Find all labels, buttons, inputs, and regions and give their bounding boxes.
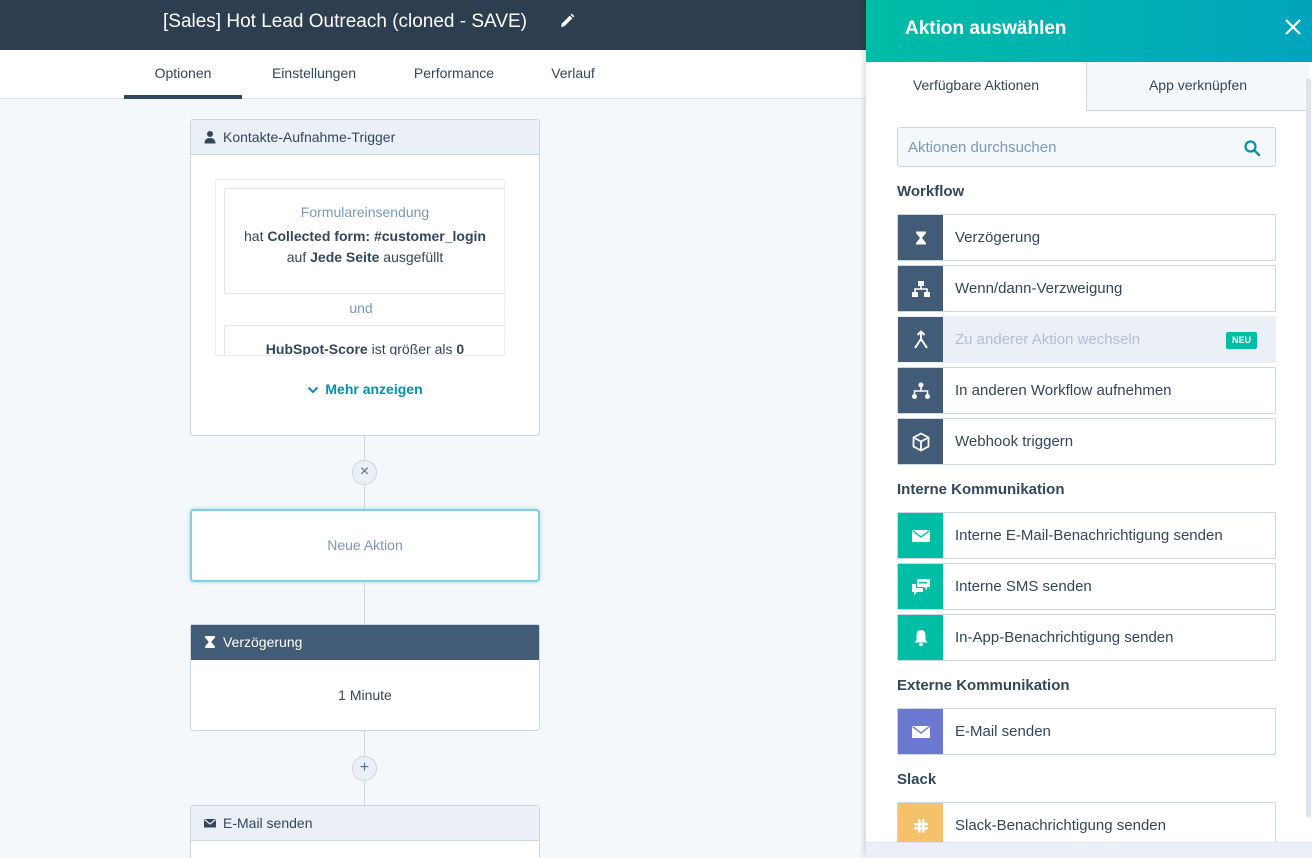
email-card[interactable]: E-Mail senden	[190, 805, 540, 858]
delay-card-header: Verzögerung	[191, 625, 539, 660]
filter-field: HubSpot-Score	[265, 341, 368, 356]
action-if-then-branch[interactable]: Wenn/dann-Verzweigung	[897, 265, 1276, 312]
show-more-button[interactable]: Mehr anzeigen	[191, 381, 539, 397]
section-slack: Slack	[897, 771, 937, 788]
tab-optionen[interactable]: Optionen	[124, 50, 242, 99]
action-label: Zu anderer Aktion wechseln	[955, 331, 1141, 348]
action-label: Interne E-Mail-Benachrichtigung senden	[955, 527, 1223, 544]
hourglass-icon	[205, 636, 215, 648]
filter-text: hat	[244, 228, 264, 244]
action-label: In-App-Benachrichtigung senden	[955, 629, 1174, 646]
tab-performance[interactable]: Performance	[400, 50, 508, 99]
filter-title: Formulareinsendung	[300, 204, 430, 220]
action-label: In anderen Workflow aufnehmen	[955, 382, 1172, 399]
filter-line: auf Jede Seite ausgefüllt	[225, 249, 504, 265]
section-workflow: Workflow	[897, 183, 965, 200]
branch-icon	[898, 266, 943, 311]
connector-line	[364, 485, 365, 509]
show-more-label: Mehr anzeigen	[325, 381, 423, 397]
filter-value: Collected form: #customer_login	[267, 228, 486, 244]
section-external-communication: Externe Kommunikation	[897, 677, 1070, 694]
trigger-title: Kontakte-Aufnahme-Trigger	[223, 129, 396, 145]
filter-value: 0	[456, 341, 465, 356]
envelope-icon	[898, 513, 943, 558]
trigger-card-header: Kontakte-Aufnahme-Trigger	[191, 120, 539, 155]
chevron-down-icon	[308, 387, 319, 394]
panel-footer	[866, 842, 1312, 858]
new-action-card[interactable]: Neue Aktion	[190, 509, 540, 582]
envelope-icon	[204, 819, 216, 828]
filter-connector: und	[349, 300, 373, 316]
close-icon[interactable]	[1283, 17, 1303, 37]
workflow-title[interactable]: [Sales] Hot Lead Outreach (cloned - SAVE…	[163, 11, 527, 33]
bell-icon	[898, 615, 943, 660]
action-in-app-notification[interactable]: In-App-Benachrichtigung senden	[897, 614, 1276, 661]
pencil-icon[interactable]	[558, 12, 576, 30]
connector-line	[364, 583, 365, 624]
trigger-card[interactable]: Kontakte-Aufnahme-Trigger Formulareinsen…	[190, 119, 540, 436]
action-delay[interactable]: Verzögerung	[897, 214, 1276, 261]
filter-value: Jede Seite	[310, 249, 380, 265]
merge-arrow-icon	[898, 317, 943, 362]
action-label: E-Mail senden	[955, 723, 1051, 740]
action-enroll-workflow[interactable]: In anderen Workflow aufnehmen	[897, 367, 1276, 414]
filter-text: auf	[286, 249, 307, 265]
panel-header: Aktion auswählen	[866, 0, 1312, 62]
contact-icon	[204, 131, 216, 144]
workflow-tabs: Optionen Einstellungen Performance Verla…	[0, 50, 866, 99]
delay-card[interactable]: Verzögerung 1 Minute	[190, 624, 540, 731]
workflow-icon	[898, 368, 943, 413]
add-action-button[interactable]: +	[352, 756, 377, 781]
action-search	[897, 127, 1276, 167]
tab-available-actions[interactable]: Verfügbare Aktionen	[866, 62, 1087, 111]
action-internal-sms[interactable]: Interne SMS senden	[897, 563, 1276, 610]
email-title: E-Mail senden	[223, 815, 313, 831]
cube-icon	[898, 419, 943, 464]
connector-line	[364, 731, 365, 756]
email-card-header: E-Mail senden	[191, 806, 539, 841]
new-badge: NEU	[1226, 332, 1258, 349]
filter-operator: ist größer als	[371, 341, 453, 356]
top-header: [Sales] Hot Lead Outreach (cloned - SAVE…	[0, 0, 866, 50]
action-label: Wenn/dann-Verzweigung	[955, 280, 1123, 297]
delay-title: Verzögerung	[223, 634, 303, 650]
action-panel: Aktion auswählen Verfügbare Aktionen App…	[866, 0, 1312, 858]
tab-verlauf[interactable]: Verlauf	[536, 50, 610, 99]
search-icon[interactable]	[1243, 139, 1261, 157]
action-send-email[interactable]: E-Mail senden	[897, 708, 1276, 755]
hourglass-icon	[898, 215, 943, 260]
action-trigger-webhook[interactable]: Webhook triggern	[897, 418, 1276, 465]
tab-einstellungen[interactable]: Einstellungen	[258, 50, 370, 99]
action-label: Verzögerung	[955, 229, 1041, 246]
action-go-to-action[interactable]: Zu anderer Aktion wechseln NEU	[897, 316, 1276, 363]
filter-text: ausgefüllt	[383, 249, 444, 265]
tab-connect-app[interactable]: App verknüpfen	[1087, 62, 1309, 111]
search-input[interactable]	[898, 128, 1228, 166]
filter-form-submission[interactable]: Formulareinsendung hat Collected form: #…	[224, 188, 504, 294]
remove-action-button[interactable]: ×	[352, 460, 377, 485]
section-internal-communication: Interne Kommunikation	[897, 481, 1065, 498]
connector-line	[364, 781, 365, 805]
trigger-filters: Formulareinsendung hat Collected form: #…	[215, 179, 505, 356]
filter-line: hat Collected form: #customer_login	[225, 228, 504, 244]
delay-value: 1 Minute	[338, 687, 392, 703]
filter-hubspot-score[interactable]: HubSpot-Score ist größer als 0	[224, 325, 504, 356]
chat-icon	[898, 564, 943, 609]
action-label: Webhook triggern	[955, 433, 1074, 450]
action-label: Interne SMS senden	[955, 578, 1092, 595]
workflow-canvas: Kontakte-Aufnahme-Trigger Formulareinsen…	[0, 99, 866, 858]
action-internal-email[interactable]: Interne E-Mail-Benachrichtigung senden	[897, 512, 1276, 559]
panel-title: Aktion auswählen	[905, 18, 1067, 39]
panel-scrollbar[interactable]	[1306, 78, 1311, 818]
envelope-icon	[898, 709, 943, 754]
